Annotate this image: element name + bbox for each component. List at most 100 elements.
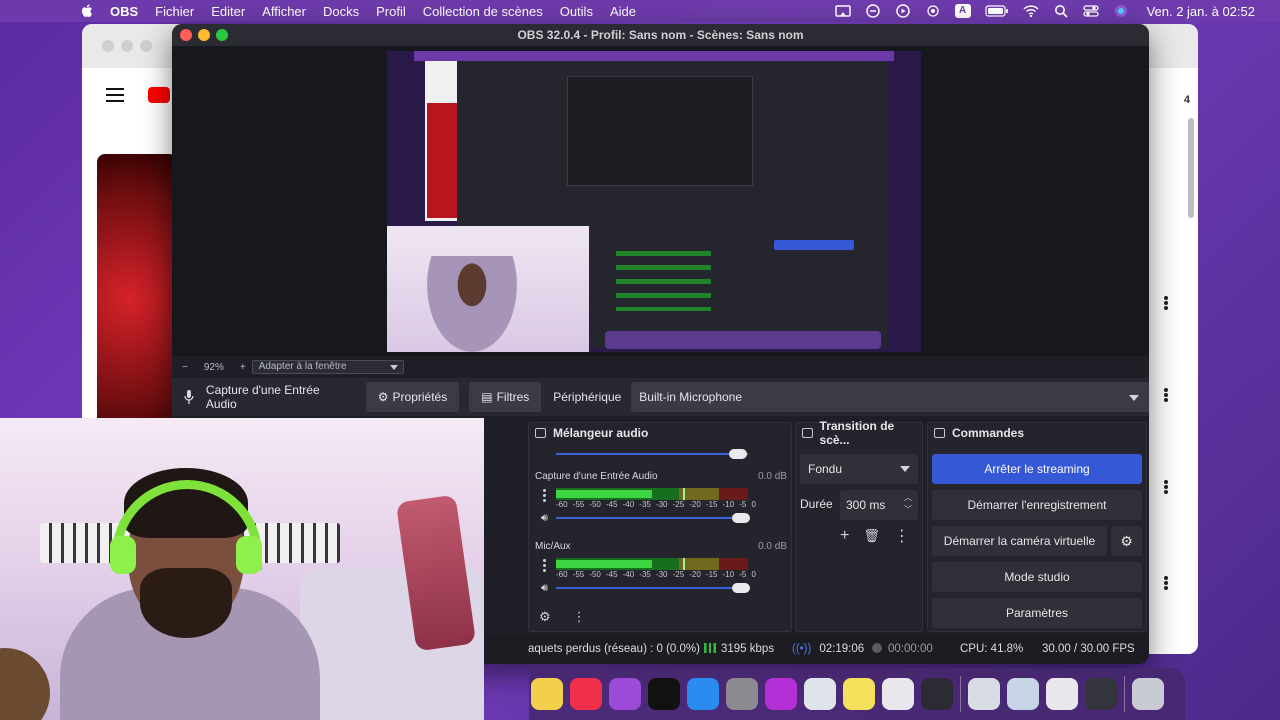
zoom-out-button[interactable]: − (182, 362, 188, 373)
stop-streaming-button[interactable]: Arrêter le streaming (932, 454, 1142, 484)
minimize-window-button[interactable] (198, 29, 210, 41)
desktop-folder-icon[interactable] (1007, 678, 1039, 710)
start-recording-button[interactable]: Démarrer l'enregistrement (932, 490, 1142, 520)
zoom-in-button[interactable]: + (240, 362, 246, 373)
feedback-app-icon[interactable] (765, 678, 797, 710)
start-virtual-camera-button[interactable]: Démarrer la caméra virtuelle (932, 526, 1107, 556)
control-center-icon[interactable] (1082, 4, 1099, 18)
fit-mode-select[interactable]: Adapter à la fenêtre (251, 360, 404, 374)
browser-scrollbar[interactable] (1188, 118, 1194, 218)
properties-button[interactable]: ⚙ Propriétés (365, 382, 460, 412)
meter-level (556, 490, 652, 498)
record-dot-icon (872, 643, 882, 653)
spinbox-arrows-icon[interactable]: ︿ ﹀ (904, 492, 912, 516)
add-transition-icon[interactable]: + (840, 527, 849, 545)
wifi-icon[interactable] (1023, 4, 1039, 18)
selected-source-name: Capture d'une Entrée Audio (205, 383, 320, 411)
audio-mixer-title-text: Mélangeur audio (553, 426, 649, 440)
volume-slider-knob[interactable] (732, 583, 750, 593)
transition-title: Transition de scè... (796, 419, 922, 447)
more-options-icon[interactable] (1164, 576, 1168, 590)
more-options-icon[interactable] (1164, 388, 1168, 402)
trash-icon[interactable] (1132, 678, 1164, 710)
dock-float-icon[interactable] (802, 428, 813, 438)
airdrop-icon[interactable] (925, 4, 941, 18)
program-preview[interactable] (387, 51, 921, 352)
browser-traffic-lights (102, 40, 152, 52)
menu-aide[interactable]: Aide (610, 4, 636, 19)
volume-meter (556, 488, 748, 500)
device-select[interactable]: Built-in Microphone (631, 382, 1149, 412)
cpu-status: CPU: 41.8% (960, 643, 1024, 655)
controls-title-text: Commandes (952, 426, 1025, 440)
vpn-icon[interactable] (865, 4, 881, 18)
trash-icon[interactable]: 🗑︎ (863, 528, 880, 544)
finder-folder-icon[interactable] (968, 678, 1000, 710)
chevron-down-icon (389, 365, 398, 370)
notes-app-icon[interactable] (531, 678, 563, 710)
hamburger-menu-icon[interactable] (106, 88, 124, 102)
menubar-clock[interactable]: Ven. 2 jan. à 02:52 (1147, 4, 1255, 19)
input-source-icon[interactable]: A (954, 4, 971, 18)
controls-dock: Commandes Arrêter le streaming Démarrer … (927, 422, 1147, 632)
duration-label: Durée (800, 497, 833, 511)
dropped-frames-status: aquets perdus (réseau) : 0 (0.0%) (528, 643, 700, 655)
channel-menu-icon[interactable] (543, 489, 546, 504)
screen-mirror-icon[interactable] (834, 4, 851, 18)
apple-menu-icon[interactable] (80, 3, 94, 19)
advanced-audio-gear-icon[interactable]: ⚙ (539, 609, 551, 625)
preview-webcam-source (387, 226, 589, 352)
script-editor-icon[interactable] (882, 678, 914, 710)
mixer-menu-icon[interactable]: ⋮ (573, 609, 586, 625)
screen-capture-icon[interactable] (1085, 678, 1117, 710)
studio-mode-button[interactable]: Mode studio (932, 562, 1142, 592)
speaker-icon[interactable]: 🔊︎ (541, 512, 548, 525)
speaker-icon[interactable]: 🔊︎ (541, 582, 548, 595)
dock-float-icon[interactable] (535, 428, 546, 438)
dock-float-icon[interactable] (934, 428, 945, 438)
transition-type-select[interactable]: Fondu (800, 454, 918, 484)
filters-label: Filtres (496, 390, 530, 404)
battery-icon[interactable] (984, 4, 1009, 18)
youtube-logo[interactable] (148, 87, 170, 103)
volume-slider[interactable] (556, 583, 750, 593)
app-store-icon[interactable] (687, 678, 719, 710)
siri-icon[interactable] (1113, 4, 1129, 18)
menu-afficher[interactable]: Afficher (262, 4, 306, 19)
podcasts-app-icon[interactable] (609, 678, 641, 710)
close-window-button[interactable] (180, 29, 192, 41)
apple-tv-app-icon[interactable] (648, 678, 680, 710)
meter-ticks: -60 -55 -50 -45 -40 -35 -30 -25 -20 -15 -10 -5 0 (556, 570, 756, 579)
volume-slider-knob[interactable] (732, 513, 750, 523)
system-settings-icon[interactable] (726, 678, 758, 710)
channel-menu-icon[interactable] (543, 559, 546, 574)
menu-docks[interactable]: Docks (323, 4, 359, 19)
preview-app-icon[interactable] (804, 678, 836, 710)
preview-nested-menubar (414, 51, 894, 61)
more-options-icon[interactable] (1164, 480, 1168, 494)
volume-slider[interactable] (556, 513, 750, 523)
filters-button[interactable]: ▤ Filtres (469, 382, 542, 412)
bitrate-status: 3195 kbps (704, 643, 774, 655)
partial-volume-knob[interactable] (729, 449, 747, 459)
play-icon[interactable] (895, 4, 911, 18)
menu-outils[interactable]: Outils (560, 4, 593, 19)
menu-editer[interactable]: Editer (211, 4, 245, 19)
menu-app-name[interactable]: OBS (110, 4, 138, 19)
obs-app-icon[interactable] (921, 678, 953, 710)
zoom-window-button[interactable] (216, 29, 228, 41)
partial-volume-slider[interactable] (556, 453, 748, 455)
menu-collection-scenes[interactable]: Collection de scènes (423, 4, 543, 19)
downloads-folder-icon[interactable] (1046, 678, 1078, 710)
music-app-icon[interactable] (570, 678, 602, 710)
menu-profil[interactable]: Profil (376, 4, 406, 19)
virtual-camera-settings-gear-icon[interactable]: ⚙ (1111, 526, 1142, 556)
search-icon[interactable] (1053, 4, 1069, 18)
video-thumbnail[interactable] (97, 154, 177, 444)
more-options-icon[interactable] (1164, 296, 1168, 310)
settings-button[interactable]: Paramètres (932, 598, 1142, 628)
transition-menu-icon[interactable]: ⋮ (894, 526, 910, 546)
stickies-app-icon[interactable] (843, 678, 875, 710)
duration-spinbox[interactable]: 300 ms ︿ ﹀ (840, 490, 918, 520)
menu-fichier[interactable]: Fichier (155, 4, 194, 19)
